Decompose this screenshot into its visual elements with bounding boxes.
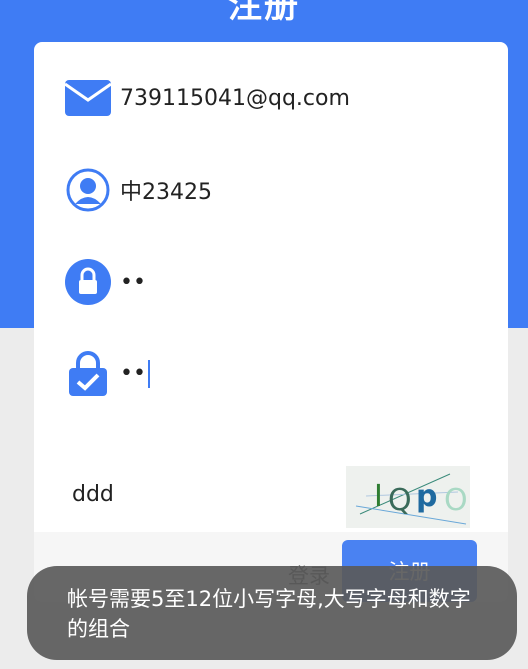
captcha-image[interactable]: I Q p O bbox=[346, 466, 470, 528]
page-title: 注册 bbox=[228, 0, 300, 26]
toast-message: 帐号需要5至12位小写字母,大写字母和数字的组合 bbox=[27, 566, 517, 660]
register-card: 739115041@qq.com 中23425 •• •• ddd I Q p … bbox=[34, 42, 508, 602]
confirm-password-value[interactable]: •• bbox=[120, 360, 150, 388]
username-value[interactable]: 中23425 bbox=[120, 174, 212, 206]
svg-text:p: p bbox=[416, 479, 437, 514]
confirm-password-field[interactable]: •• bbox=[64, 348, 150, 400]
text-cursor bbox=[147, 360, 150, 388]
svg-text:Q: Q bbox=[388, 483, 412, 518]
mail-icon bbox=[64, 74, 112, 122]
user-icon bbox=[64, 166, 112, 214]
email-value[interactable]: 739115041@qq.com bbox=[120, 86, 350, 111]
password-value[interactable]: •• bbox=[120, 270, 146, 295]
lock-icon bbox=[64, 258, 112, 306]
username-field[interactable]: 中23425 bbox=[64, 164, 212, 216]
captcha-input[interactable]: ddd bbox=[72, 482, 114, 507]
password-field[interactable]: •• bbox=[64, 256, 146, 308]
email-field[interactable]: 739115041@qq.com bbox=[64, 72, 350, 124]
svg-text:I: I bbox=[374, 479, 383, 514]
svg-text:O: O bbox=[444, 483, 468, 518]
lock-check-icon bbox=[64, 350, 112, 398]
